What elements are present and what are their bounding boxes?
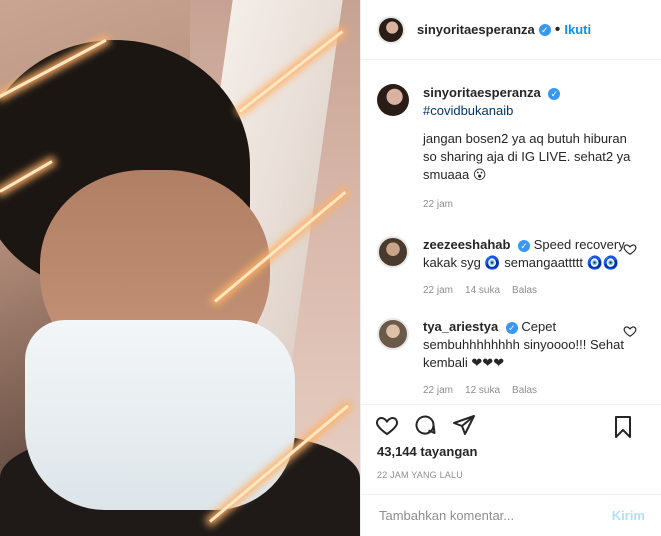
caption-time[interactable]: 22 jam — [423, 196, 643, 214]
caption-username[interactable]: sinyoritaesperanza — [423, 85, 541, 100]
author-avatar[interactable] — [377, 15, 405, 44]
comment-likes[interactable]: 12 suka — [465, 382, 500, 400]
post-timestamp[interactable]: 22 JAM YANG LALU — [377, 470, 463, 480]
comment-item: zeezeeshahab ✓ Speed recovery kakak syg … — [361, 236, 661, 300]
post-header: sinyoritaesperanza ✓ • Ikuti — [361, 0, 661, 60]
commenter-avatar[interactable] — [377, 318, 409, 350]
comments-scroll-area[interactable]: sinyoritaesperanza ✓ #covidbukanaib jang… — [361, 60, 661, 404]
comment-item: tya_ariestya ✓ Cepet sembuhhhhhhhh sinyo… — [361, 318, 661, 400]
add-comment-bar: Kirim — [361, 494, 661, 536]
bookmark-icon[interactable] — [611, 415, 635, 439]
follow-button[interactable]: Ikuti — [564, 22, 591, 37]
send-comment-button[interactable]: Kirim — [612, 508, 645, 523]
comment-input[interactable] — [377, 507, 612, 524]
comment-meta: 22 jam 12 suka Balas — [423, 382, 631, 400]
verified-badge-icon: ✓ — [548, 87, 561, 100]
view-count[interactable]: 43,144 tayangan — [377, 444, 477, 459]
comment-time[interactable]: 22 jam — [423, 282, 453, 300]
comment-meta: 22 jam 14 suka Balas — [423, 282, 631, 300]
post-details-panel: sinyoritaesperanza ✓ • Ikuti sinyoritaes… — [360, 0, 661, 536]
caption: sinyoritaesperanza ✓ #covidbukanaib jang… — [361, 60, 661, 214]
verified-badge-icon: ✓ — [505, 321, 518, 334]
caption-text: jangan bosen2 ya aq butuh hiburan so sha… — [423, 131, 631, 182]
share-icon[interactable] — [452, 413, 476, 437]
verified-badge-icon: ✓ — [518, 239, 531, 252]
author-username[interactable]: sinyoritaesperanza — [417, 22, 535, 37]
like-heart-icon[interactable] — [375, 413, 399, 437]
post-media[interactable] — [0, 0, 360, 536]
heart-icon[interactable] — [623, 324, 637, 338]
caption-author-avatar[interactable] — [377, 84, 409, 116]
commenter-username[interactable]: tya_ariestya — [423, 319, 498, 334]
comment-icon[interactable] — [413, 413, 437, 437]
comment-likes[interactable]: 14 suka — [465, 282, 500, 300]
heart-icon[interactable] — [623, 242, 637, 256]
comment-time[interactable]: 22 jam — [423, 382, 453, 400]
caption-hashtag[interactable]: #covidbukanaib — [423, 103, 513, 118]
reply-button[interactable]: Balas — [512, 282, 537, 300]
reply-button[interactable]: Balas — [512, 382, 537, 400]
commenter-avatar[interactable] — [377, 236, 409, 268]
separator-dot: • — [554, 20, 561, 38]
verified-badge-icon: ✓ — [538, 23, 551, 36]
commenter-username[interactable]: zeezeeshahab — [423, 237, 510, 252]
